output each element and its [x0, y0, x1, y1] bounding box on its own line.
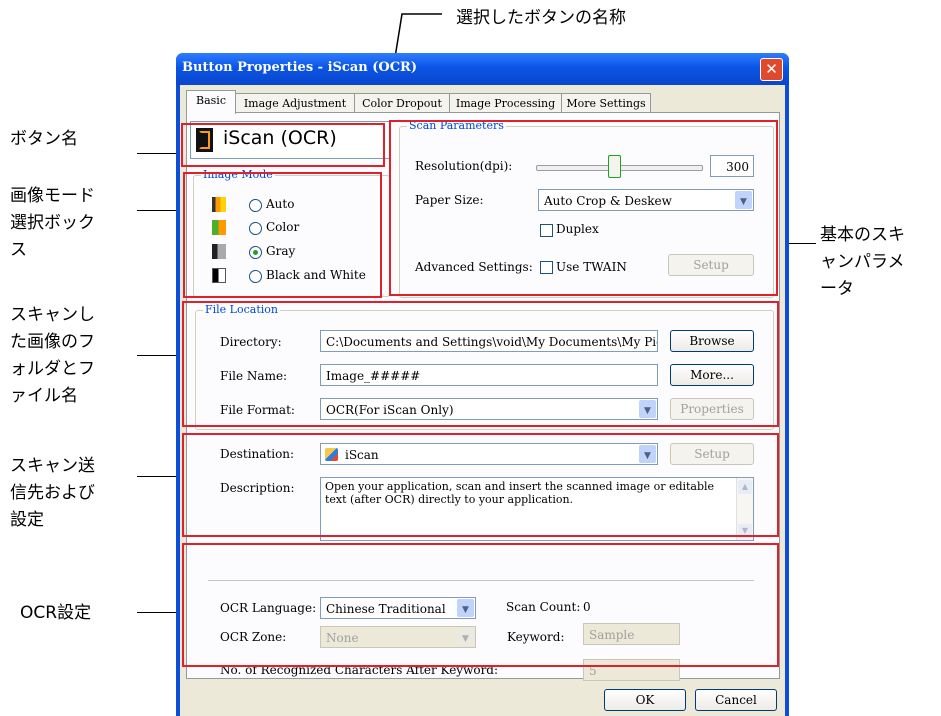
annotation-file-location-line: スキャンし: [10, 305, 95, 325]
annotation-scan-params-line: ータ: [820, 279, 854, 299]
annotation-file-location-line: ォルダとフ: [10, 359, 95, 379]
annotation-image-mode-line: 画像モード: [10, 186, 95, 206]
annotation-button-name: ボタン名: [10, 129, 78, 149]
annotation-destination-line: 設定: [10, 510, 44, 530]
annotation-file-location-line: た画像のフ: [10, 332, 95, 352]
dialog-title: Button Properties - iScan (OCR): [182, 60, 418, 75]
tab-image-adjustment[interactable]: Image Adjustment: [235, 93, 355, 113]
highlight-file-location: [182, 301, 779, 427]
annotation-image-mode-line: ス: [10, 240, 27, 260]
annotation-destination-line: スキャン送: [10, 456, 95, 476]
annotation-file-location: スキャンし た画像のフ ォルダとフ ァイル名: [10, 302, 95, 410]
annotation-image-mode: 画像モード 選択ボック ス: [10, 183, 95, 264]
highlight-image-mode: [183, 172, 382, 298]
annotation-destination-line: 信先および: [10, 483, 95, 503]
tab-more-settings[interactable]: More Settings: [561, 93, 651, 113]
highlight-button-name: [181, 123, 385, 167]
annotation-file-location-line: ァイル名: [10, 386, 78, 406]
title-bar[interactable]: Button Properties - iScan (OCR) ✕: [176, 53, 789, 85]
cancel-button[interactable]: Cancel: [695, 689, 777, 711]
annotation-scan-params: 基本のスキ ャンパラメ ータ: [820, 222, 905, 303]
highlight-scan-parameters: [389, 120, 778, 296]
annotation-ocr: OCR設定: [20, 603, 92, 623]
ok-button[interactable]: OK: [604, 689, 686, 711]
annotation-selected-button-name: 選択したボタンの名称: [456, 8, 626, 28]
highlight-destination: [182, 433, 779, 537]
annotation-image-mode-line: 選択ボック: [10, 213, 95, 233]
tab-image-processing[interactable]: Image Processing: [449, 93, 562, 113]
tab-color-dropout[interactable]: Color Dropout: [354, 93, 450, 113]
close-icon[interactable]: ✕: [760, 58, 783, 81]
tab-basic[interactable]: Basic: [186, 90, 236, 114]
annotation-scan-params-line: ャンパラメ: [820, 252, 905, 272]
annotation-destination: スキャン送 信先および 設定: [10, 453, 95, 534]
annotation-scan-params-line: 基本のスキ: [820, 225, 905, 245]
highlight-ocr: [182, 543, 779, 667]
